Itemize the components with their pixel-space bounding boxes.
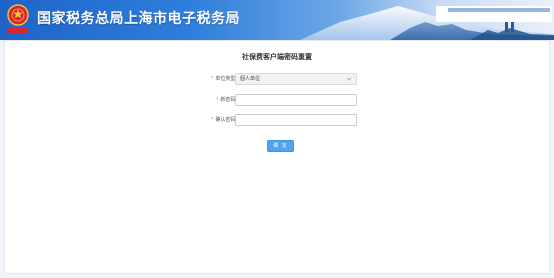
confirm-password-label-text: 确认密码: (215, 117, 237, 123)
site-header: 国家税务总局上海市电子税务局 (0, 0, 554, 40)
new-password-label: * 新密码: (157, 94, 237, 106)
confirm-button[interactable]: 确 定 (267, 140, 294, 152)
form-row-unit-type: * 单位类型: 個人单位 (5, 73, 551, 85)
confirm-password-label: * 确认密码: (157, 114, 237, 126)
unit-type-select[interactable]: 個人单位 (235, 73, 357, 85)
unit-type-label-text: 单位类型: (215, 76, 237, 82)
form-row-new-password: * 新密码: (5, 94, 551, 106)
form-row-confirm-password: * 确认密码: (5, 114, 551, 126)
required-star: * (210, 117, 214, 123)
site-title: 国家税务总局上海市电子税务局 (37, 11, 240, 27)
chevron-down-icon (346, 77, 352, 81)
required-star: * (210, 76, 214, 82)
confirm-password-input[interactable] (235, 114, 357, 126)
form-title: 社保费客户端密码重置 (242, 53, 312, 61)
unit-type-label: * 单位类型: (157, 73, 237, 85)
new-password-input[interactable] (235, 94, 357, 106)
page: 国家税务总局上海市电子税务局 社保费客户端密码重置 * 单位类型: 個人单位 * 新… (0, 0, 554, 278)
unit-type-selected-value: 個人单位 (240, 76, 261, 82)
tax-emblem-icon (7, 4, 29, 33)
required-star: * (215, 97, 219, 103)
content-panel: 社保费客户端密码重置 * 单位类型: 個人单位 * 新密码: * 确认密码: 确 定 (4, 40, 550, 274)
header-banner-strip (448, 8, 550, 12)
